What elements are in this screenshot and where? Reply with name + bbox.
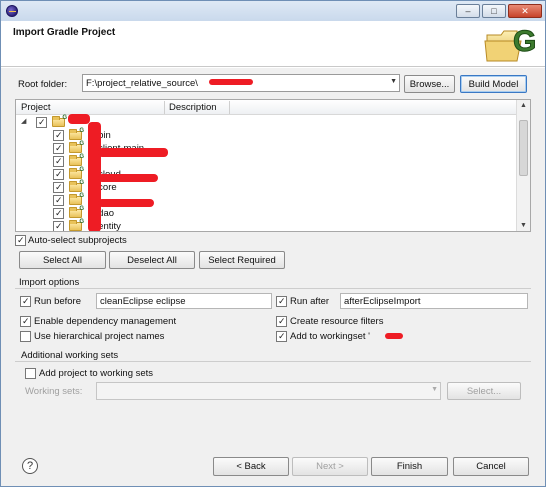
- deselect-all-button[interactable]: Deselect All: [109, 251, 195, 269]
- working-sets-title: Additional working sets: [21, 350, 119, 361]
- help-icon[interactable]: ?: [22, 458, 38, 474]
- project-checkbox[interactable]: [53, 221, 64, 231]
- working-sets-combo[interactable]: ▼: [96, 382, 441, 400]
- eclipse-icon: [6, 5, 18, 17]
- project-checkbox[interactable]: [53, 195, 64, 206]
- build-model-button[interactable]: Build Model: [460, 75, 527, 93]
- project-tree[interactable]: Project Description ◢ G G -bin G -client: [15, 99, 531, 232]
- create-filters-checkbox[interactable]: [276, 316, 287, 327]
- redaction-mark: [385, 333, 403, 339]
- redaction-mark: [98, 174, 158, 182]
- add-to-working-sets-checkbox[interactable]: [25, 368, 36, 379]
- hierarchical-names-label: Use hierarchical project names: [34, 331, 165, 342]
- project-checkbox[interactable]: [53, 156, 64, 167]
- run-after-input[interactable]: afterEclipseImport: [340, 293, 528, 309]
- root-folder-label: Root folder:: [18, 79, 68, 90]
- redaction-mark: [98, 199, 154, 207]
- working-sets-label: Working sets:: [25, 386, 83, 397]
- redaction-mark: [98, 148, 168, 157]
- gradle-folder-icon: G: [69, 154, 84, 166]
- group-divider: [15, 288, 531, 289]
- maximize-button[interactable]: □: [482, 4, 506, 18]
- root-folder-value: F:\project_relative_source\: [86, 77, 198, 89]
- gradle-folder-icon: G: [69, 206, 84, 218]
- run-before-checkbox[interactable]: [20, 296, 31, 307]
- run-after-checkbox[interactable]: [276, 296, 287, 307]
- scroll-up-icon[interactable]: ▲: [520, 102, 527, 109]
- add-to-workingset-label: Add to workingset ': [290, 331, 370, 342]
- run-before-input[interactable]: cleanEclipse eclipse: [96, 293, 272, 309]
- create-filters-label: Create resource filters: [290, 316, 384, 327]
- next-button[interactable]: Next >: [292, 457, 368, 476]
- minimize-button[interactable]: –: [456, 4, 480, 18]
- browse-button[interactable]: Browse...: [404, 75, 455, 93]
- scroll-down-icon[interactable]: ▼: [520, 222, 527, 229]
- gradle-folder-icon: G: [52, 115, 67, 127]
- gradle-folder-icon: G: [69, 193, 84, 205]
- project-checkbox[interactable]: [36, 117, 47, 128]
- redaction-mark: [68, 114, 90, 124]
- project-checkbox[interactable]: [53, 143, 64, 154]
- title-bar: – □ ✕: [1, 1, 545, 21]
- auto-select-checkbox[interactable]: [15, 235, 26, 246]
- gradle-folder-icon: G: [69, 167, 84, 179]
- project-checkbox[interactable]: [53, 130, 64, 141]
- enable-dependency-label: Enable dependency management: [34, 316, 177, 327]
- gradle-folder-icon: G: [69, 180, 84, 192]
- gradle-folder-icon: G: [69, 141, 84, 153]
- project-checkbox[interactable]: [53, 169, 64, 180]
- project-checkbox[interactable]: [53, 182, 64, 193]
- svg-text:G: G: [513, 25, 536, 58]
- run-before-label: Run before: [34, 296, 82, 307]
- column-divider: [229, 101, 230, 114]
- expand-triangle-icon[interactable]: ◢: [21, 117, 26, 125]
- enable-dependency-checkbox[interactable]: [20, 316, 31, 327]
- finish-button[interactable]: Finish: [371, 457, 448, 476]
- hierarchical-names-checkbox[interactable]: [20, 331, 31, 342]
- tree-scrollbar[interactable]: ▲ ▼: [516, 100, 530, 231]
- group-divider: [15, 361, 531, 362]
- import-gradle-dialog: – □ ✕ Import Gradle Project G Root folde…: [0, 0, 546, 487]
- gradle-folder-icon: G: [69, 128, 84, 140]
- column-divider: [164, 101, 165, 114]
- cancel-button[interactable]: Cancel: [453, 457, 529, 476]
- add-to-working-sets-label: Add project to working sets: [39, 368, 154, 379]
- scroll-thumb[interactable]: [519, 120, 528, 176]
- chevron-down-icon[interactable]: ▼: [431, 386, 438, 393]
- column-header-project[interactable]: Project: [21, 102, 51, 113]
- run-after-label: Run after: [290, 296, 330, 307]
- back-button[interactable]: < Back: [213, 457, 289, 476]
- auto-select-label: Auto-select subprojects: [28, 235, 127, 246]
- gradle-logo-icon: G: [484, 25, 537, 62]
- project-checkbox[interactable]: [53, 208, 64, 219]
- select-required-button[interactable]: Select Required: [199, 251, 285, 269]
- redaction-mark: [209, 79, 253, 85]
- dialog-title: Import Gradle Project: [13, 27, 116, 38]
- dialog-body: Root folder: F:\project_relative_source\…: [1, 68, 545, 486]
- dialog-banner: Import Gradle Project G: [1, 21, 545, 67]
- column-header-description[interactable]: Description: [169, 102, 217, 113]
- gradle-folder-icon: G: [69, 219, 84, 231]
- add-to-workingset-checkbox[interactable]: [276, 331, 287, 342]
- select-working-sets-button[interactable]: Select...: [447, 382, 521, 400]
- select-all-button[interactable]: Select All: [19, 251, 106, 269]
- chevron-down-icon[interactable]: ▼: [390, 78, 397, 85]
- tree-header: Project Description: [16, 100, 516, 115]
- import-options-title: Import options: [19, 277, 80, 288]
- close-button[interactable]: ✕: [508, 4, 542, 18]
